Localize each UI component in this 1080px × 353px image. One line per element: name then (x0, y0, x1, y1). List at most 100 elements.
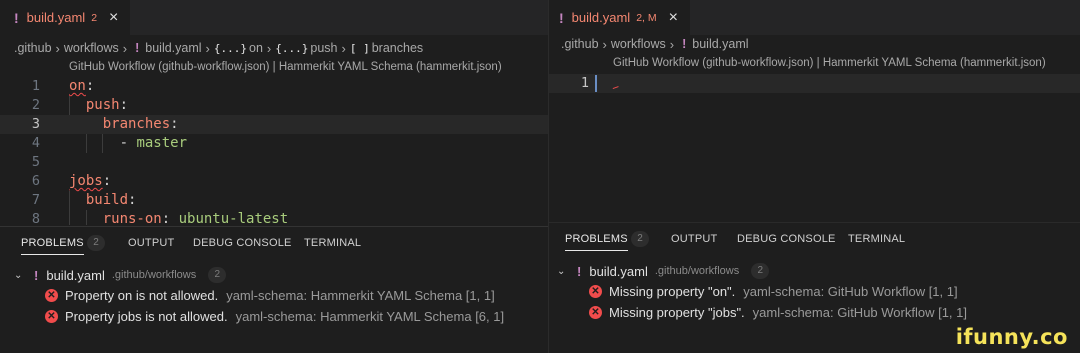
code-line-current: 3 branches: (0, 115, 548, 134)
chevron-right-icon: › (122, 40, 128, 56)
tab-output[interactable]: OUTPUT (671, 233, 717, 245)
text-cursor (595, 75, 597, 92)
yaml-file-icon: ! (14, 9, 19, 26)
chevron-right-icon: › (266, 40, 272, 56)
tab-problems[interactable]: PROBLEMS (565, 233, 628, 251)
tab-debug-console[interactable]: DEBUG CONSOLE (193, 237, 292, 249)
chevron-right-icon: › (341, 40, 346, 56)
tab-build-yaml[interactable]: ! build.yaml 2, M × (549, 0, 690, 35)
breadcrumb: .github › workflows › ! build.yaml › {..… (14, 38, 423, 58)
group-filename: build.yaml (46, 267, 105, 283)
right-editor-pane: ! build.yaml 2, M × .github › workflows … (548, 0, 1080, 353)
tab-problem-badge: 2, M (636, 11, 657, 24)
yaml-key: on (69, 78, 86, 94)
problem-source: yaml-schema: GitHub Workflow [1, 1] (752, 304, 967, 320)
schema-status[interactable]: GitHub Workflow (github-workflow.json) |… (69, 61, 502, 73)
breadcrumb-item[interactable]: branches (372, 41, 423, 55)
chevron-right-icon: › (602, 36, 607, 52)
group-path: .github/workflows (111, 269, 197, 281)
line-number: 7 (31, 192, 40, 208)
code-line: 6 jobs: (0, 172, 548, 191)
close-icon[interactable]: × (109, 9, 118, 27)
code-editor[interactable]: 1 on: 2 push: 3 branches: 4 - master 5 6… (0, 77, 548, 225)
close-icon[interactable]: × (669, 9, 678, 27)
problem-message: Property jobs is not allowed. (65, 308, 228, 324)
error-squiggle (612, 86, 620, 91)
problems-count-badge: 2 (87, 235, 105, 251)
yaml-value: ubuntu-latest (178, 211, 289, 225)
yaml-file-icon: ! (34, 267, 39, 283)
line-number: 5 (31, 154, 40, 170)
bottom-panel: PROBLEMS 2 OUTPUT DEBUG CONSOLE TERMINAL… (0, 226, 548, 353)
yaml-value: master (136, 135, 188, 151)
left-editor-pane: ! build.yaml 2 × .github › workflows › !… (0, 0, 548, 353)
yaml-key: jobs (69, 173, 103, 189)
tab-build-yaml[interactable]: ! build.yaml 2 × (0, 0, 131, 35)
code-line: 8 runs-on: ubuntu-latest (0, 210, 548, 225)
tab-problem-badge: 2 (91, 11, 98, 24)
line-number: 4 (31, 135, 40, 151)
yaml-file-icon: ! (559, 9, 564, 26)
error-icon: ✕ (45, 288, 58, 302)
group-path: .github/workflows (654, 265, 740, 277)
yaml-key: build (85, 192, 129, 208)
chevron-down-icon[interactable]: ⌄ (557, 266, 569, 277)
problem-group-row[interactable]: ⌄ ! build.yaml .github/workflows 2 (0, 265, 548, 285)
tab-problems[interactable]: PROBLEMS (21, 237, 84, 255)
problem-source: yaml-schema: Hammerkit YAML Schema [1, 1… (226, 287, 495, 303)
problem-source: yaml-schema: GitHub Workflow [1, 1] (743, 283, 958, 299)
tab-terminal[interactable]: TERMINAL (848, 233, 905, 245)
line-number: 1 (580, 75, 589, 91)
line-number: 3 (31, 116, 40, 132)
chevron-right-icon: › (55, 40, 60, 56)
breadcrumb-item[interactable]: workflows (64, 41, 119, 55)
yaml-file-icon: ! (135, 41, 140, 55)
problem-item[interactable]: ✕ Property on is not allowed. yaml-schem… (0, 285, 548, 305)
line-number: 8 (31, 211, 40, 225)
editor-tab-bar: ! build.yaml 2, M × (549, 0, 1080, 35)
group-count-badge: 2 (751, 263, 770, 279)
breadcrumb-item[interactable]: push (310, 41, 337, 55)
editor-tab-bar: ! build.yaml 2 × (0, 0, 548, 35)
code-line: 2 push: (0, 96, 548, 115)
tab-terminal[interactable]: TERMINAL (304, 237, 361, 249)
code-line: 1 on: (0, 77, 548, 96)
problem-message: Missing property "jobs". (609, 304, 745, 320)
problem-item[interactable]: ✕ Property jobs is not allowed. yaml-sch… (0, 306, 548, 326)
yaml-key: runs-on (102, 211, 162, 225)
panel-tabs: PROBLEMS 2 OUTPUT DEBUG CONSOLE TERMINAL (0, 227, 548, 261)
yaml-key: branches (102, 116, 171, 132)
breadcrumb-item[interactable]: .github (561, 37, 599, 51)
schema-status[interactable]: GitHub Workflow (github-workflow.json) |… (613, 57, 1046, 69)
breadcrumb-item[interactable]: on (249, 41, 263, 55)
breadcrumb-item[interactable]: build.yaml (145, 41, 201, 55)
ifunny-watermark: ifunny.co (955, 325, 1068, 349)
panel-tabs: PROBLEMS 2 OUTPUT DEBUG CONSOLE TERMINAL (549, 223, 1080, 257)
problem-group-row[interactable]: ⌄ ! build.yaml .github/workflows 2 (549, 261, 1074, 281)
problem-item[interactable]: ✕ Missing property "jobs". yaml-schema: … (549, 302, 1080, 322)
code-line: 7 build: (0, 191, 548, 210)
array-symbol-icon: [ ] (349, 41, 370, 55)
tab-filename: build.yaml (571, 10, 631, 25)
breadcrumb-item[interactable]: .github (14, 41, 52, 55)
problem-item[interactable]: ✕ Missing property "on". yaml-schema: Gi… (549, 281, 1080, 301)
code-line: 4 - master (0, 134, 548, 153)
error-icon: ✕ (589, 305, 602, 319)
group-filename: build.yaml (589, 263, 648, 279)
yaml-key: push (85, 97, 120, 113)
problem-message: Property on is not allowed. (65, 287, 219, 303)
tab-output[interactable]: OUTPUT (128, 237, 174, 249)
code-line: 5 (0, 153, 548, 172)
code-editor[interactable]: 1 (549, 74, 1080, 222)
breadcrumb-item[interactable]: workflows (611, 37, 666, 51)
tab-filename: build.yaml (26, 10, 86, 25)
breadcrumb: .github › workflows › ! build.yaml (561, 34, 749, 54)
chevron-down-icon[interactable]: ⌄ (14, 270, 26, 281)
code-line-current: 1 (549, 74, 1080, 93)
breadcrumb-item[interactable]: build.yaml (692, 37, 748, 51)
chevron-right-icon: › (669, 36, 675, 52)
group-count-badge: 2 (208, 267, 227, 283)
line-number: 6 (31, 173, 40, 189)
problems-count-badge: 2 (631, 231, 649, 247)
tab-debug-console[interactable]: DEBUG CONSOLE (737, 233, 836, 245)
